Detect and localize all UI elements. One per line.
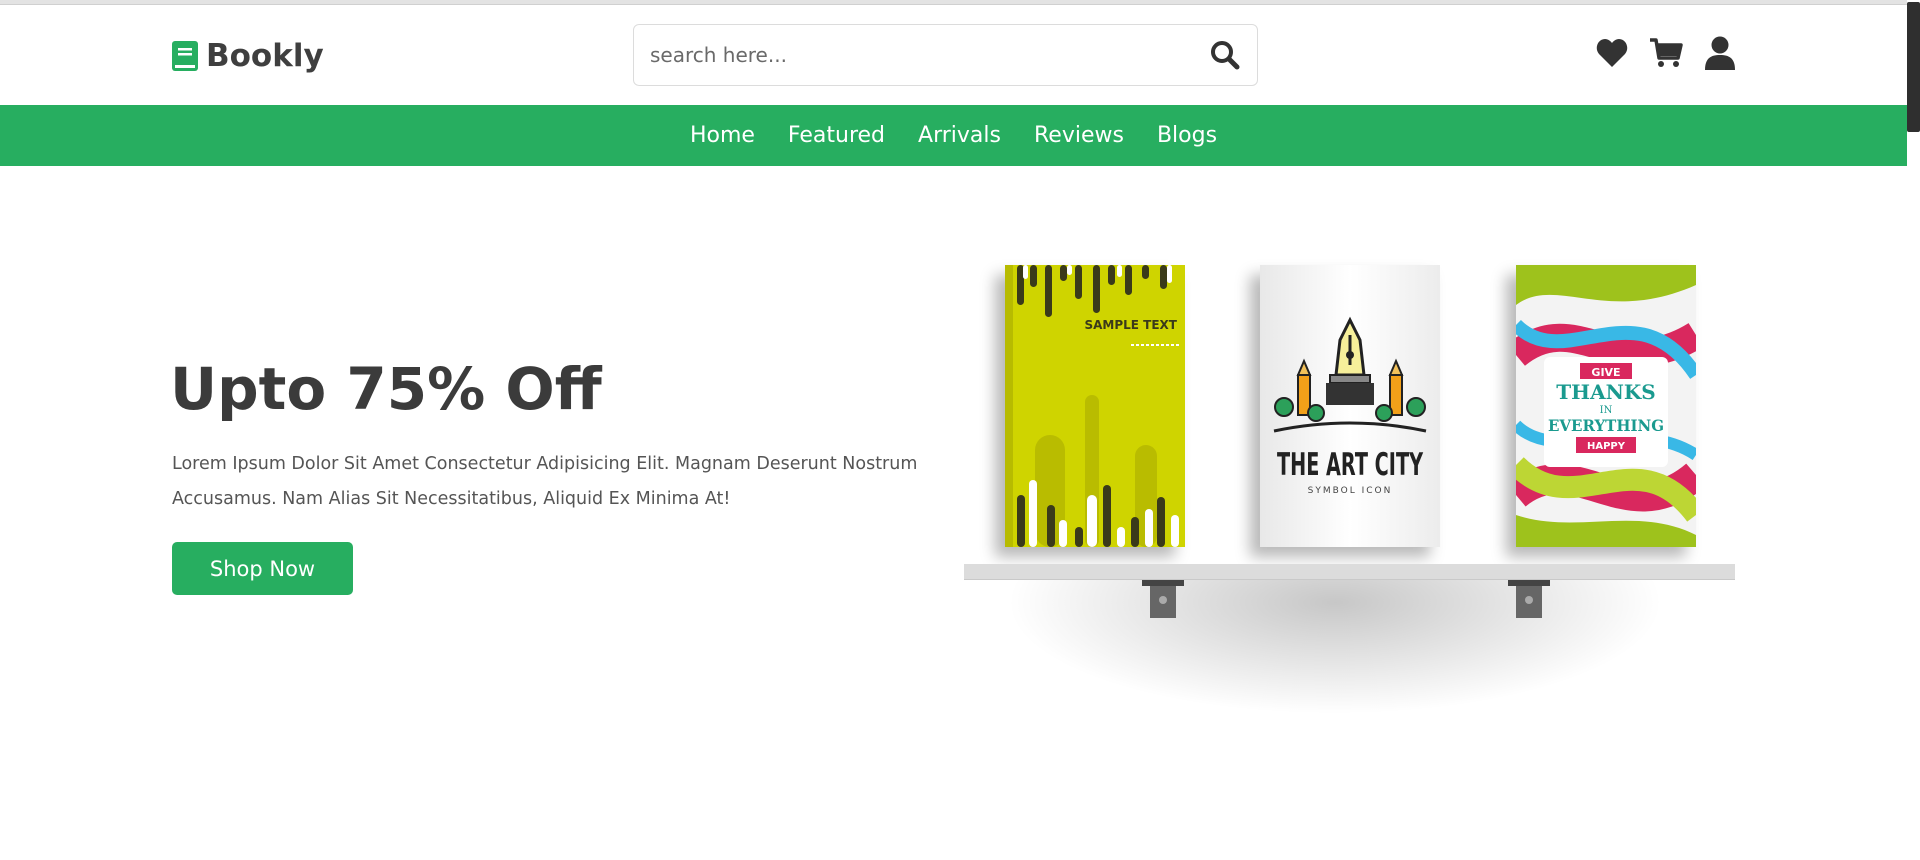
user-icon [1705, 36, 1735, 70]
nav-blogs[interactable]: Blogs [1157, 123, 1217, 148]
shelf-bracket-left [1142, 580, 1184, 618]
book-cover-top: GIVE [1591, 366, 1620, 379]
brand-name: Bookly [206, 38, 324, 74]
nav-reviews[interactable]: Reviews [1034, 123, 1124, 148]
book-cover-line2: IN [1600, 405, 1613, 416]
book-cover-subtitle: SYMBOL ICON [1308, 486, 1393, 496]
nav-home[interactable]: Home [690, 123, 755, 148]
search-input[interactable] [650, 43, 1207, 67]
book-cover-text: SAMPLE TEXT [1084, 318, 1177, 332]
scrollbar-thumb[interactable] [1907, 2, 1920, 132]
book-cover-line3: EVERYTHING [1548, 416, 1664, 435]
logo[interactable]: Bookly [172, 38, 324, 74]
hero-description: Lorem Ipsum Dolor Sit Amet Consectetur A… [172, 454, 918, 509]
shelf-bracket-right [1508, 580, 1550, 618]
site-header: Bookly [0, 5, 1907, 105]
book-cover-art: THE ART CITY SYMBOL ICON [1260, 265, 1440, 547]
header-icons [1595, 35, 1737, 71]
book-cover-bottom: HAPPY [1587, 441, 1626, 452]
book-cover-art: GIVE THANKS IN EVERYTHING HAPPY [1516, 265, 1696, 547]
main-navbar: Home Featured Arrivals Reviews Blogs [0, 105, 1907, 166]
book-cover-thanks[interactable]: GIVE THANKS IN EVERYTHING HAPPY [1516, 265, 1696, 547]
search-form [633, 24, 1258, 86]
search-button[interactable] [1207, 37, 1243, 73]
cart-button[interactable] [1649, 35, 1683, 71]
book-cover-art-city[interactable]: THE ART CITY SYMBOL ICON [1260, 265, 1440, 547]
nav-featured[interactable]: Featured [788, 123, 885, 148]
wishlist-button[interactable] [1595, 35, 1629, 71]
hero-title: Upto 75% Off [170, 355, 602, 423]
scrollbar[interactable] [1907, 0, 1920, 860]
shelf-shadow [1005, 565, 1665, 715]
heart-icon [1596, 39, 1628, 67]
account-button[interactable] [1703, 35, 1737, 71]
book-icon [172, 41, 198, 71]
book-cover-title: THE ART CITY [1277, 447, 1423, 483]
shop-now-button[interactable]: Shop Now [172, 542, 353, 595]
search-icon [1211, 41, 1240, 70]
book-shelf-showcase: SAMPLE TEXT THE ART CITY SYMBOL ICON GIV… [960, 255, 1740, 735]
wooden-shelf [964, 564, 1735, 580]
nav-arrivals[interactable]: Arrivals [918, 123, 1001, 148]
book-cover-art: SAMPLE TEXT [1005, 265, 1185, 547]
book-cover-sample[interactable]: SAMPLE TEXT [1005, 265, 1185, 547]
book-cover-line1: THANKS [1556, 380, 1655, 404]
cart-icon [1650, 38, 1683, 67]
